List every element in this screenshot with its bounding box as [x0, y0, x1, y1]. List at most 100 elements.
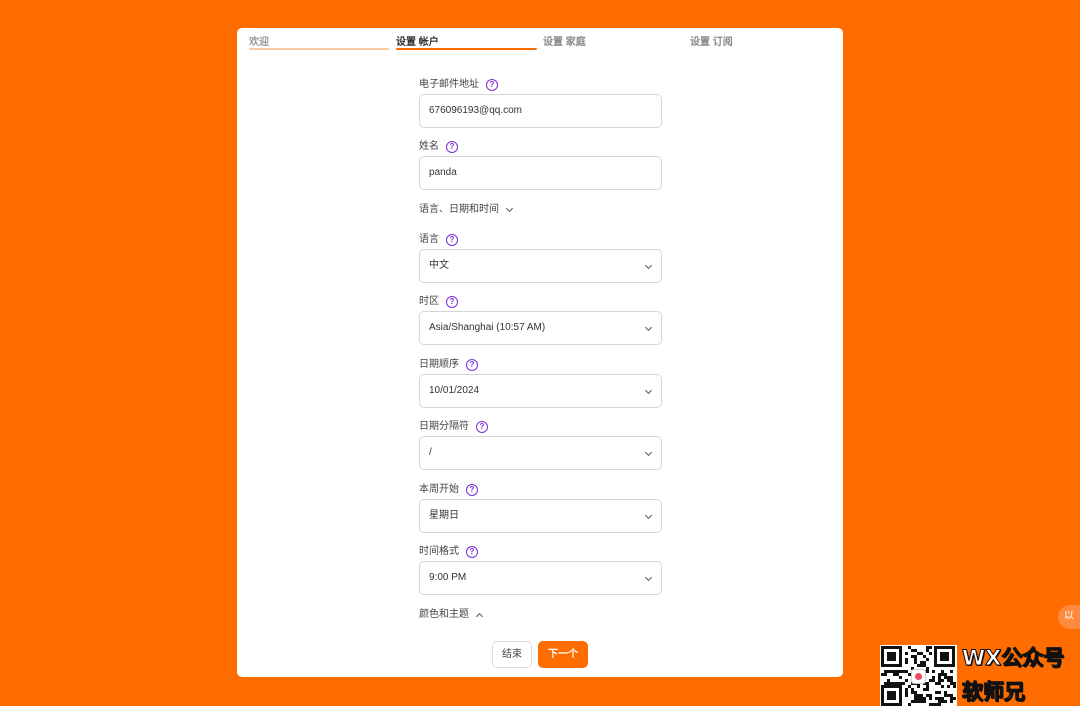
- qr-finder-core: [887, 691, 896, 700]
- qr-module: [938, 673, 941, 676]
- chevron-up-icon: [475, 612, 484, 620]
- chevron-down-icon: [644, 448, 653, 457]
- step-label: 设置 订阅: [690, 37, 733, 48]
- qr-module: [926, 685, 929, 688]
- qr-module: [923, 661, 926, 664]
- qr-code-image: [880, 645, 957, 706]
- timezone-select[interactable]: Asia/Shanghai (10:57 AM): [419, 311, 662, 345]
- language-select[interactable]: 中文: [419, 249, 662, 283]
- qr-module: [938, 697, 941, 700]
- qr-module: [920, 697, 923, 700]
- qr-module: [923, 688, 926, 691]
- qr-module: [896, 670, 899, 673]
- qr-module: [914, 658, 917, 661]
- qr-module: [914, 697, 917, 700]
- question-circle-icon[interactable]: ?: [446, 234, 458, 246]
- qr-module: [896, 673, 899, 676]
- step-label: 设置 家庭: [543, 37, 586, 48]
- qr-module: [911, 688, 914, 691]
- step-welcome[interactable]: 欢迎: [249, 37, 389, 51]
- step-setup-family[interactable]: 设置 家庭: [543, 37, 586, 51]
- chevron-down-icon: [644, 386, 653, 395]
- qr-module: [950, 670, 953, 673]
- qr-module: [941, 685, 944, 688]
- date-separator-select[interactable]: /: [419, 436, 662, 470]
- step-setup-account[interactable]: 设置 帐户: [396, 37, 537, 51]
- qr-module: [914, 661, 917, 664]
- qr-module: [929, 646, 932, 649]
- time-format-value: 9:00 PM: [429, 572, 467, 583]
- time-format-select[interactable]: 9:00 PM: [419, 561, 662, 595]
- qr-module: [953, 682, 956, 685]
- theme-section-toggle[interactable]: 颜色和主题: [419, 608, 484, 622]
- step-progress-bar: [249, 48, 389, 50]
- qr-module: [926, 667, 929, 670]
- question-circle-icon[interactable]: ?: [446, 141, 458, 153]
- question-circle-icon[interactable]: ?: [466, 484, 478, 496]
- qr-module: [893, 682, 896, 685]
- qr-module: [899, 670, 902, 673]
- locale-section-toggle[interactable]: 语言、日期和时间: [419, 203, 514, 217]
- question-circle-icon[interactable]: ?: [486, 79, 498, 91]
- qr-module: [911, 655, 914, 658]
- language-label: 语言 ?: [419, 233, 458, 247]
- qr-module: [920, 664, 923, 667]
- name-field[interactable]: panda: [419, 156, 662, 190]
- week-start-select[interactable]: 星期日: [419, 499, 662, 533]
- theme-section-label: 颜色和主题: [419, 609, 469, 620]
- chevron-down-icon: [505, 204, 514, 213]
- step-setup-subscription[interactable]: 设置 订阅: [690, 37, 733, 51]
- qr-module: [923, 697, 926, 700]
- qr-module: [938, 676, 941, 679]
- step-progress: 欢迎 设置 帐户 设置 家庭 设置 订阅: [249, 37, 839, 51]
- date-order-value: 10/01/2024: [429, 385, 480, 396]
- qr-module: [884, 682, 887, 685]
- qr-module: [917, 652, 920, 655]
- qr-module: [932, 679, 935, 682]
- finish-button[interactable]: 结束: [492, 641, 532, 668]
- qr-module: [920, 661, 923, 664]
- qr-module: [923, 700, 926, 703]
- qr-module: [914, 649, 917, 652]
- qr-module: [929, 679, 932, 682]
- qr-module: [905, 670, 908, 673]
- qr-module: [905, 661, 908, 664]
- chevron-down-icon: [644, 261, 653, 270]
- qr-module: [938, 691, 941, 694]
- date-order-select[interactable]: 10/01/2024: [419, 374, 662, 408]
- date-order-label: 日期顺序 ?: [419, 358, 478, 372]
- qr-module: [935, 682, 938, 685]
- email-field[interactable]: 676096193@qq.com: [419, 94, 662, 128]
- qr-module: [923, 664, 926, 667]
- qr-module: [950, 679, 953, 682]
- qr-module: [926, 646, 929, 649]
- qr-module: [914, 700, 917, 703]
- question-circle-icon[interactable]: ?: [466, 359, 478, 371]
- qr-module: [899, 682, 902, 685]
- question-circle-icon[interactable]: ?: [446, 296, 458, 308]
- time-format-label-text: 时间格式: [419, 546, 459, 557]
- qr-module: [905, 679, 908, 682]
- next-button[interactable]: 下一个: [538, 641, 588, 668]
- question-circle-icon[interactable]: ?: [466, 546, 478, 558]
- qr-module: [926, 688, 929, 691]
- qr-finder-core: [940, 652, 949, 661]
- date-order-label-text: 日期顺序: [419, 359, 459, 370]
- floating-translate-button[interactable]: 以: [1058, 605, 1080, 629]
- qr-module: [926, 649, 929, 652]
- question-circle-icon[interactable]: ?: [476, 421, 488, 433]
- qr-module: [902, 682, 905, 685]
- qr-module: [941, 697, 944, 700]
- qr-module: [893, 670, 896, 673]
- qr-module: [941, 679, 944, 682]
- qr-module: [926, 694, 929, 697]
- qr-module: [944, 673, 947, 676]
- qr-module: [896, 682, 899, 685]
- qr-module: [914, 694, 917, 697]
- watermark-line-2: 软师兄: [962, 680, 1026, 705]
- qr-module: [941, 670, 944, 673]
- qr-module: [917, 700, 920, 703]
- qr-module: [887, 682, 890, 685]
- email-value: 676096193@qq.com: [429, 105, 522, 116]
- qr-module: [920, 652, 923, 655]
